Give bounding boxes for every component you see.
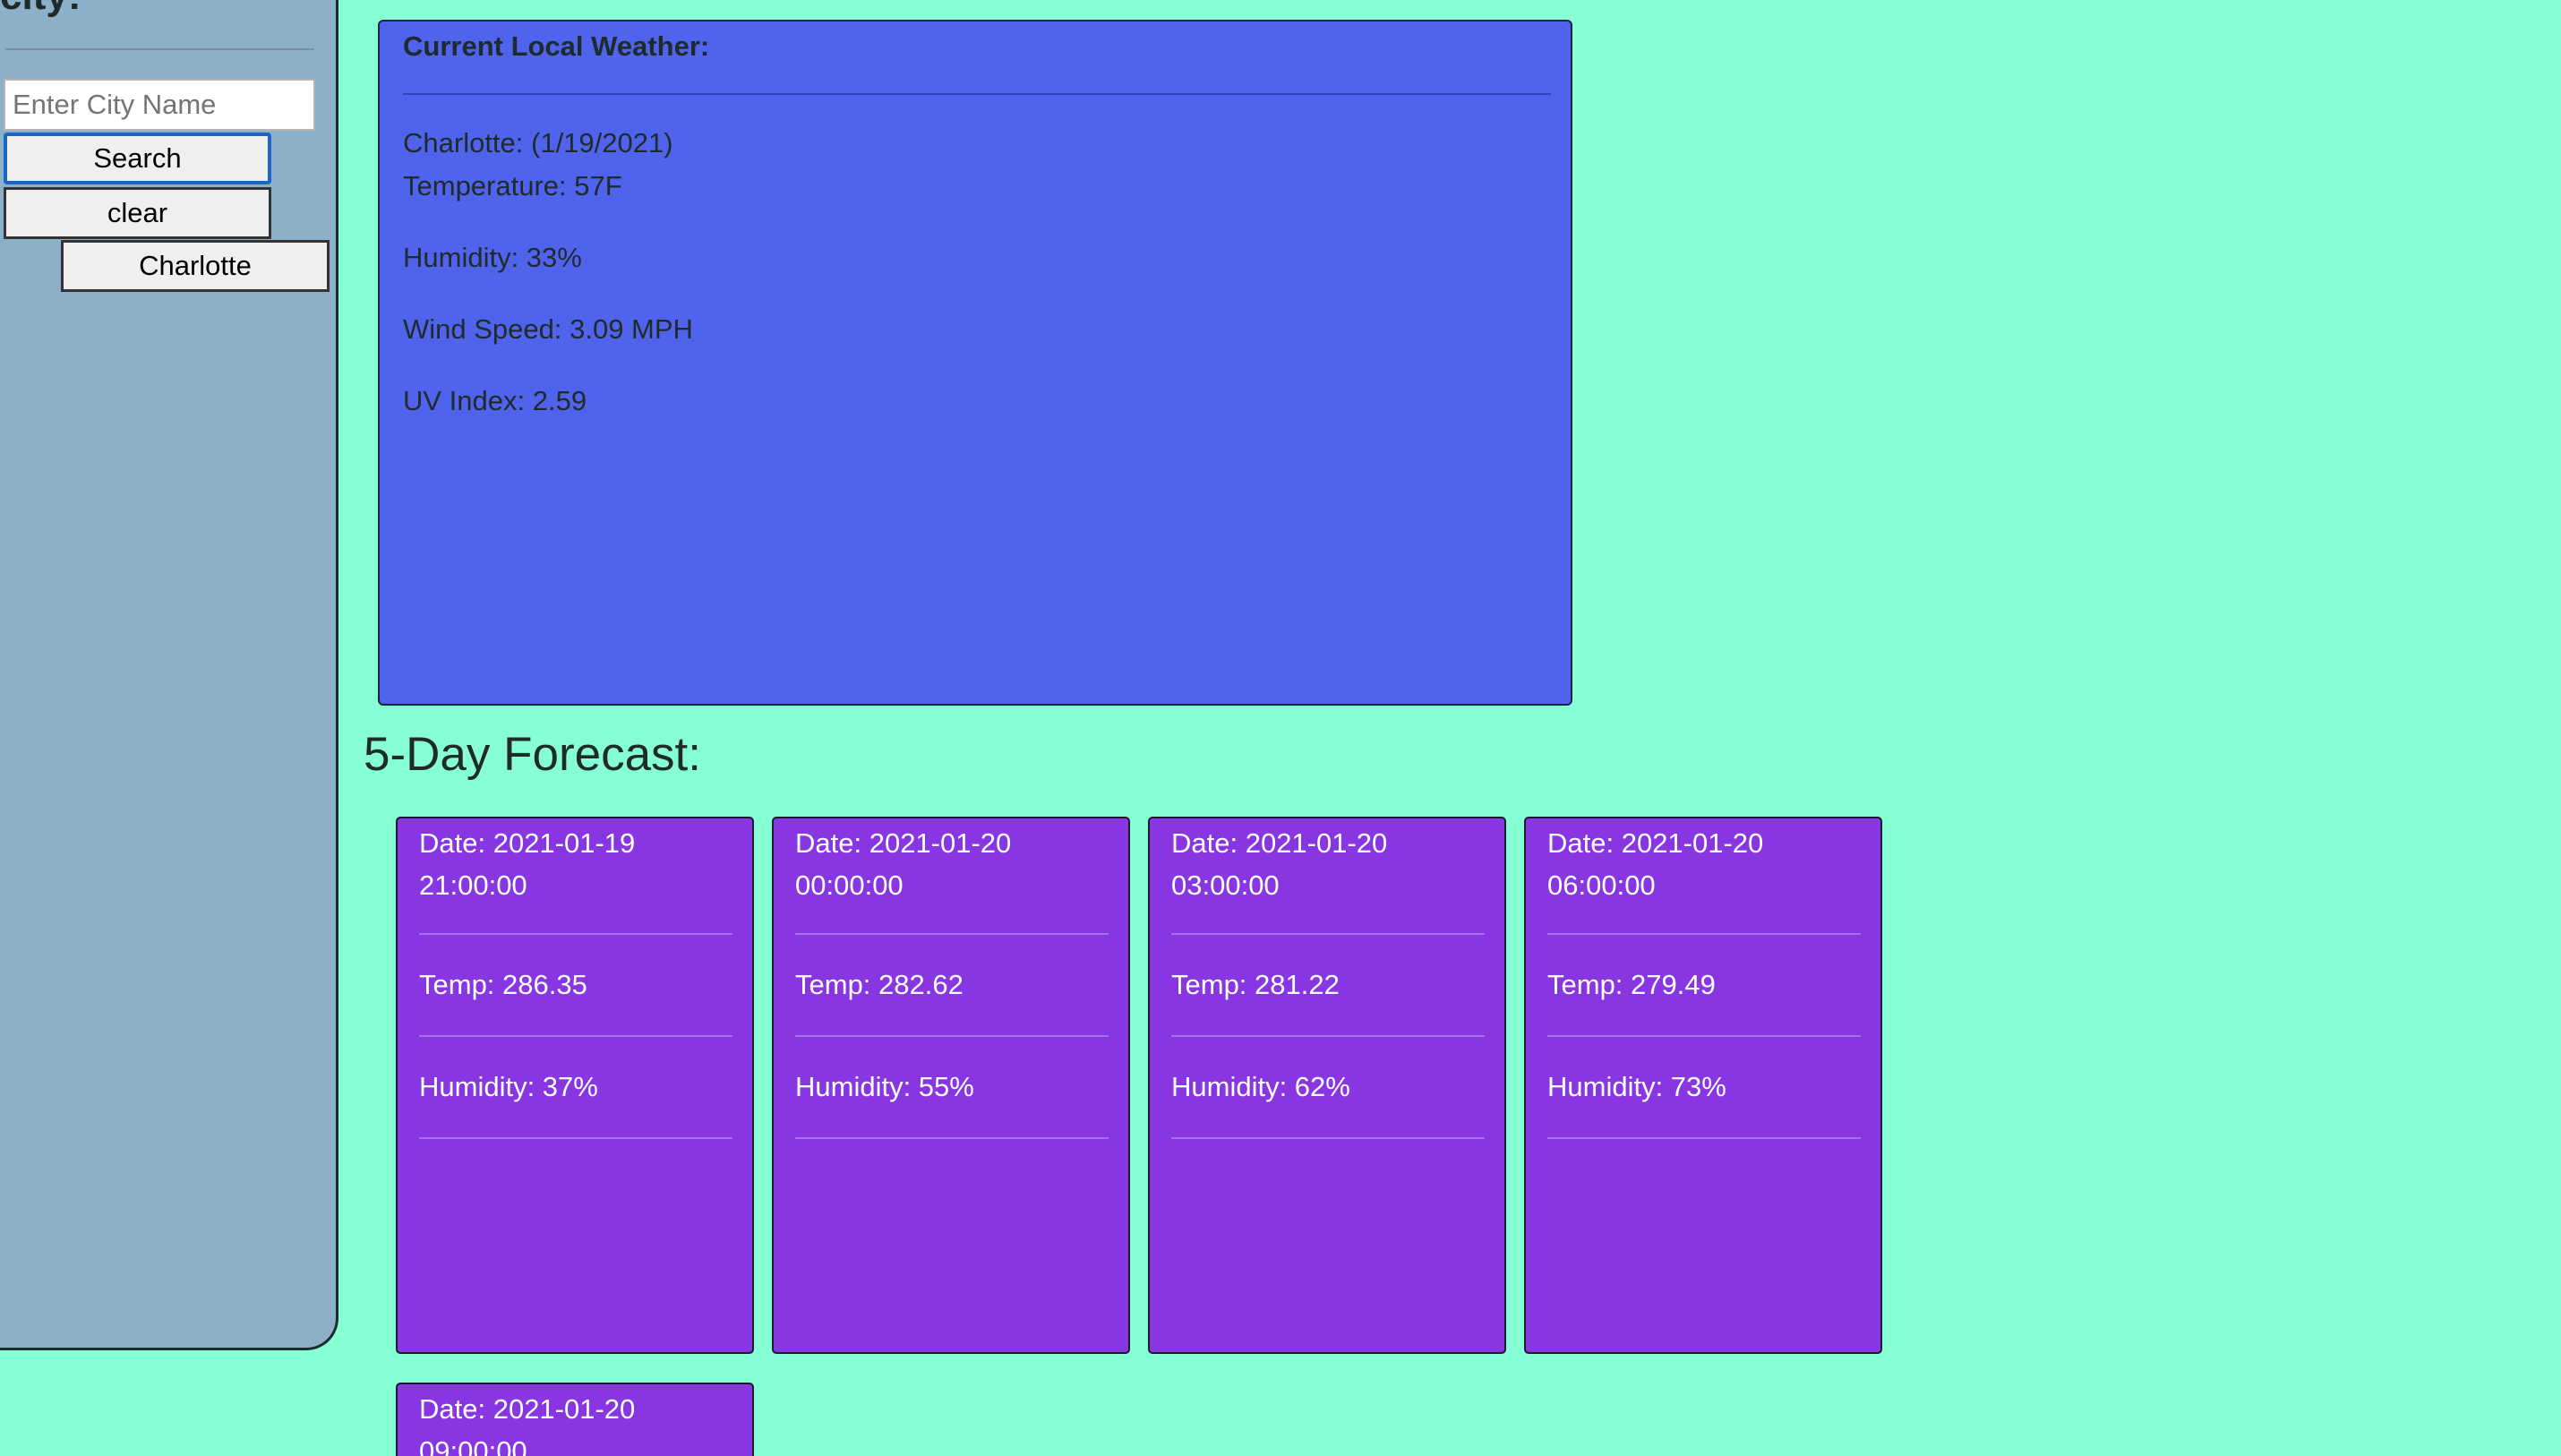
current-uv-index: UV Index: 2.59 [403, 385, 587, 416]
sidebar-heading: city: [0, 0, 81, 16]
city-search-input[interactable] [4, 79, 315, 131]
forecast-divider [419, 933, 732, 935]
forecast-divider [1547, 1035, 1861, 1037]
history-city-button[interactable]: Charlotte [61, 240, 330, 292]
forecast-divider [1171, 933, 1485, 935]
forecast-temp: Temp: 286.35 [419, 969, 587, 1000]
forecast-card: Date: 2021-01-20 00:00:00 Temp: 282.62 H… [772, 817, 1130, 1354]
forecast-humidity: Humidity: 62% [1171, 1071, 1350, 1102]
forecast-divider [419, 1137, 732, 1139]
forecast-humidity: Humidity: 55% [795, 1071, 974, 1102]
current-weather-card: Current Local Weather: Charlotte: (1/19/… [378, 20, 1572, 706]
forecast-card: Date: 2021-01-19 21:00:00 Temp: 286.35 H… [396, 817, 754, 1354]
forecast-divider [1171, 1137, 1485, 1139]
forecast-date: Date: 2021-01-20 06:00:00 [1547, 827, 1764, 901]
forecast-divider [1547, 933, 1861, 935]
forecast-heading: 5-Day Forecast: [364, 728, 702, 781]
page: city: Search clear Charlotte Current Loc… [0, 0, 2561, 1456]
forecast-date: Date: 2021-01-19 21:00:00 [419, 827, 636, 901]
current-wind-speed: Wind Speed: 3.09 MPH [403, 313, 693, 345]
forecast-temp: Temp: 282.62 [795, 969, 964, 1000]
forecast-divider [1171, 1035, 1485, 1037]
forecast-humidity: Humidity: 37% [419, 1071, 598, 1102]
current-humidity: Humidity: 33% [403, 242, 582, 273]
forecast-divider [795, 933, 1109, 935]
forecast-card: Date: 2021-01-20 03:00:00 Temp: 281.22 H… [1148, 817, 1506, 1354]
current-weather-title: Current Local Weather: [403, 30, 710, 62]
sidebar-divider [5, 48, 314, 50]
forecast-divider [795, 1137, 1109, 1139]
forecast-temp: Temp: 279.49 [1547, 969, 1716, 1000]
forecast-card: Date: 2021-01-20 09:00:00 [396, 1383, 754, 1456]
forecast-divider [419, 1035, 732, 1037]
forecast-date: Date: 2021-01-20 09:00:00 [419, 1393, 636, 1456]
current-temperature: Temperature: 57F [403, 170, 622, 201]
current-weather-divider [403, 93, 1551, 95]
clear-button[interactable]: clear [4, 187, 271, 239]
current-city-date: Charlotte: (1/19/2021) [403, 127, 673, 158]
forecast-date: Date: 2021-01-20 00:00:00 [795, 827, 1012, 901]
forecast-date: Date: 2021-01-20 03:00:00 [1171, 827, 1388, 901]
forecast-divider [795, 1035, 1109, 1037]
forecast-divider [1547, 1137, 1861, 1139]
forecast-temp: Temp: 281.22 [1171, 969, 1340, 1000]
forecast-card: Date: 2021-01-20 06:00:00 Temp: 279.49 H… [1524, 817, 1882, 1354]
forecast-humidity: Humidity: 73% [1547, 1071, 1726, 1102]
search-button[interactable]: Search [4, 133, 271, 184]
sidebar: city: Search clear Charlotte [0, 0, 338, 1350]
